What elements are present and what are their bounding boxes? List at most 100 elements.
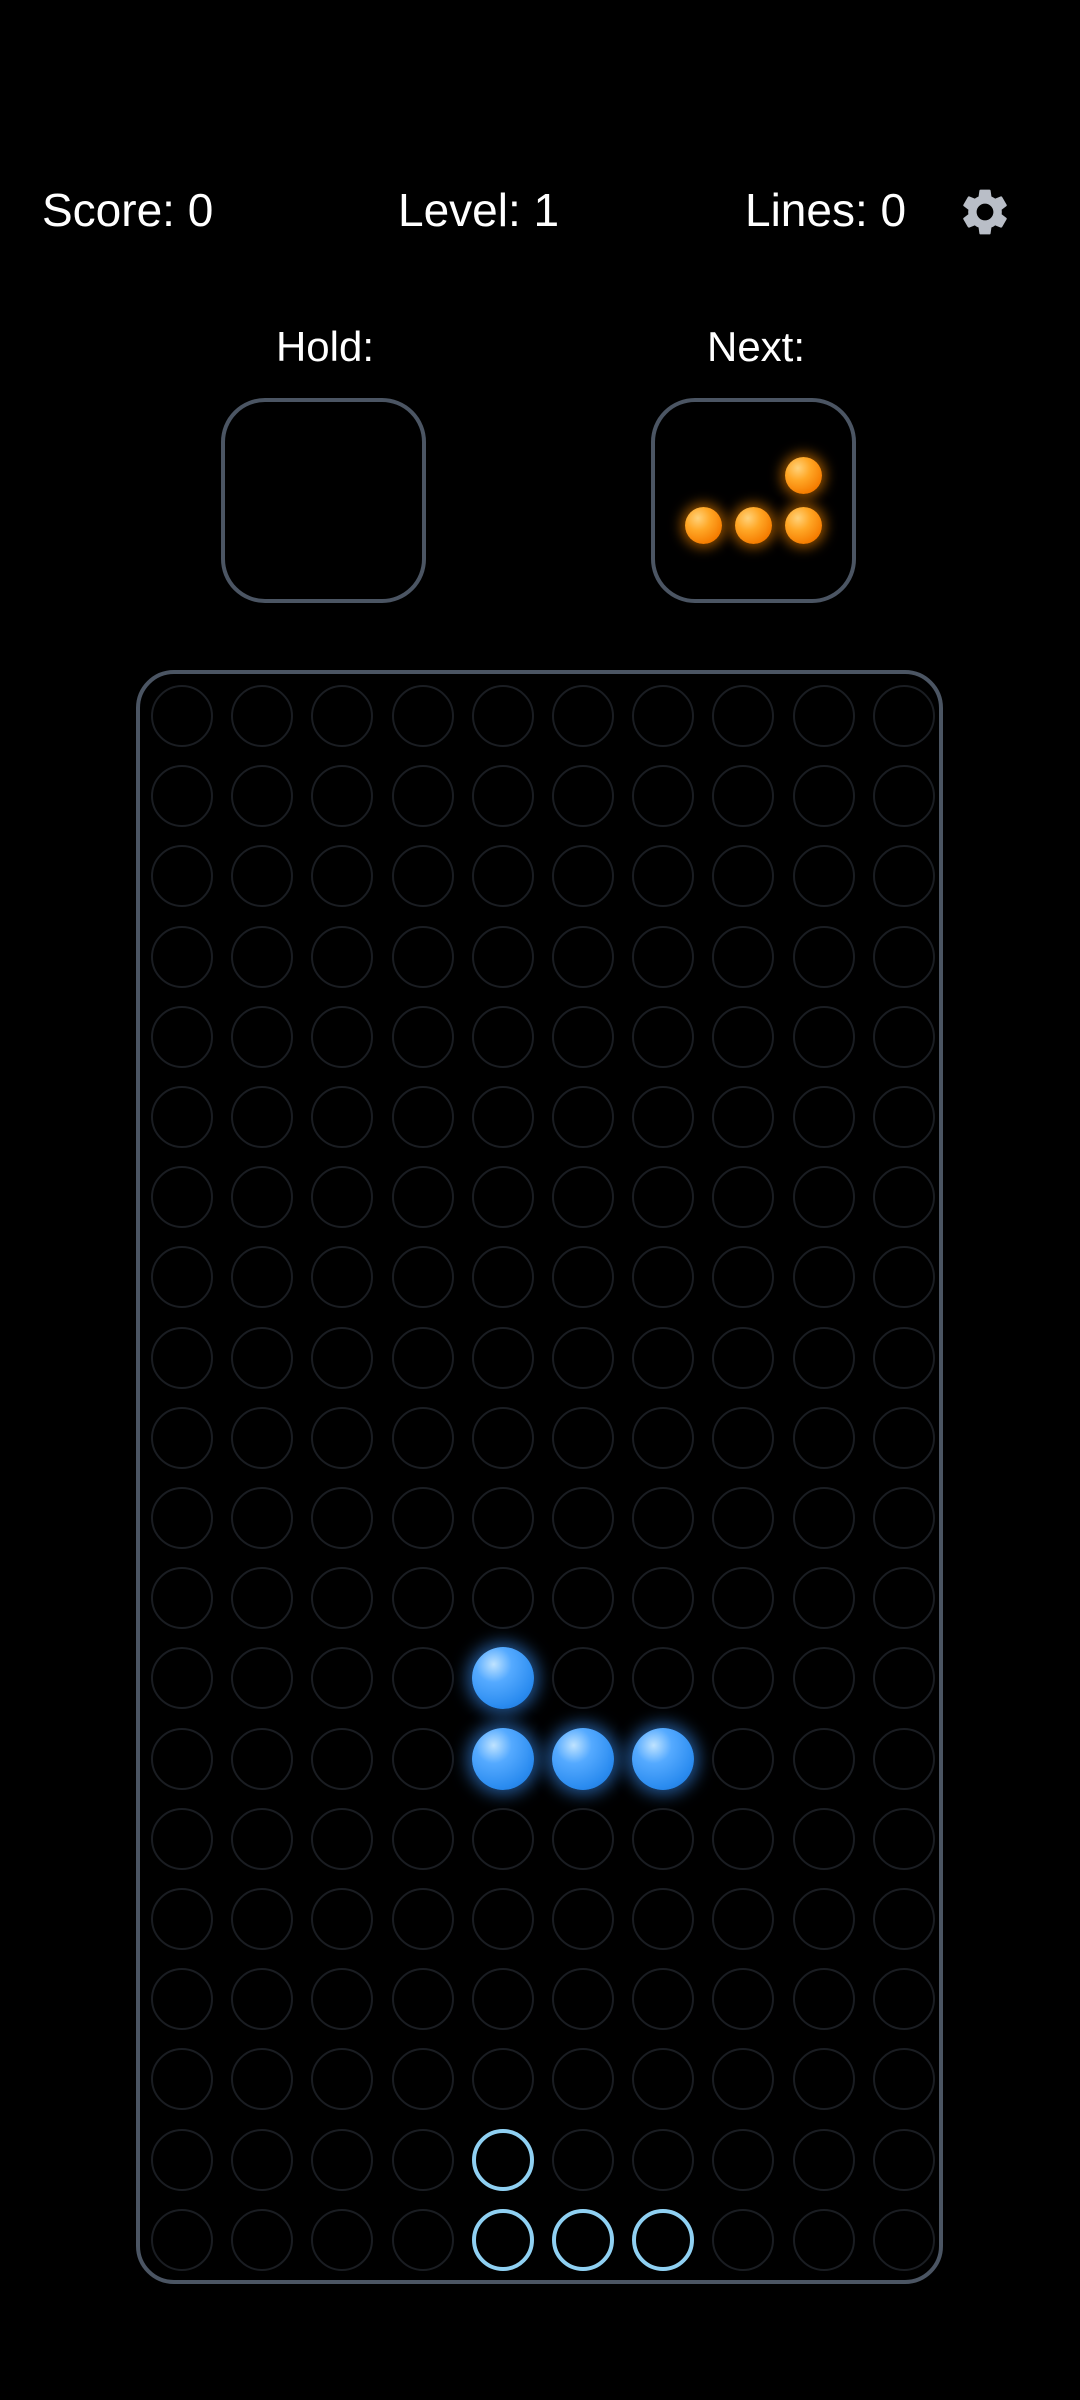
empty-cell (552, 765, 614, 828)
empty-cell (872, 1487, 935, 1549)
empty-cell (552, 1968, 614, 2031)
empty-cell (471, 1406, 534, 1469)
empty-cell (151, 765, 213, 828)
empty-cell (872, 1326, 935, 1389)
empty-cell (471, 1005, 534, 1068)
empty-cell (231, 2048, 294, 2111)
next-piece-cell (785, 507, 822, 544)
empty-cell (552, 685, 614, 747)
empty-cell (712, 1166, 775, 1229)
empty-cell (391, 1487, 454, 1549)
ghost-piece-cell (471, 2208, 534, 2271)
empty-cell (391, 1086, 454, 1148)
active-piece-cell (632, 1727, 695, 1790)
empty-cell (712, 1406, 775, 1469)
empty-cell (391, 685, 454, 747)
empty-cell (311, 2208, 374, 2271)
empty-cell (311, 765, 374, 828)
empty-cell (311, 1487, 374, 1549)
empty-cell (712, 765, 775, 828)
empty-cell (712, 1567, 775, 1630)
empty-cell (311, 1567, 374, 1630)
empty-cell (151, 1406, 213, 1469)
empty-cell (712, 1005, 775, 1068)
empty-cell (391, 2208, 454, 2271)
empty-cell (471, 1487, 534, 1549)
empty-cell (872, 1968, 935, 2031)
empty-cell (231, 1968, 294, 2031)
empty-cell (391, 845, 454, 908)
empty-cell (311, 2128, 374, 2191)
empty-cell (311, 1326, 374, 1389)
empty-cell (872, 2208, 935, 2271)
empty-cell (231, 1487, 294, 1549)
empty-cell (231, 1406, 294, 1469)
active-piece-cell (471, 1647, 534, 1710)
empty-cell (712, 1647, 775, 1710)
empty-cell (391, 1326, 454, 1389)
empty-cell (151, 1647, 213, 1710)
ghost-piece-cell (471, 2128, 534, 2191)
empty-cell (792, 845, 855, 908)
empty-cell (231, 1888, 294, 1950)
empty-cell (391, 2048, 454, 2111)
empty-cell (792, 1968, 855, 2031)
empty-cell (712, 1968, 775, 2031)
empty-cell (872, 685, 935, 747)
empty-cell (792, 1807, 855, 1870)
empty-cell (712, 2128, 775, 2191)
empty-cell (792, 1246, 855, 1309)
game-board[interactable] (136, 670, 943, 2284)
hold-label: Hold: (275, 323, 375, 370)
empty-cell (391, 1005, 454, 1068)
empty-cell (552, 1888, 614, 1950)
empty-cell (231, 925, 294, 988)
empty-cell (151, 1727, 213, 1790)
empty-cell (471, 765, 534, 828)
empty-cell (792, 2208, 855, 2271)
empty-cell (792, 765, 855, 828)
empty-cell (151, 2128, 213, 2191)
empty-cell (311, 1647, 374, 1710)
empty-cell (151, 925, 213, 988)
empty-cell (552, 1567, 614, 1630)
empty-cell (792, 925, 855, 988)
empty-cell (792, 2048, 855, 2111)
empty-cell (231, 2208, 294, 2271)
empty-cell (311, 1968, 374, 2031)
empty-cell (151, 1968, 213, 2031)
empty-cell (471, 1888, 534, 1950)
empty-cell (471, 1968, 534, 2031)
empty-cell (231, 765, 294, 828)
empty-cell (632, 1888, 695, 1950)
empty-cell (792, 685, 855, 747)
empty-cell (632, 2048, 695, 2111)
empty-cell (471, 1326, 534, 1389)
empty-cell (231, 685, 294, 747)
empty-cell (872, 845, 935, 908)
empty-cell (712, 1326, 775, 1389)
empty-cell (792, 1326, 855, 1389)
empty-cell (792, 1888, 855, 1950)
empty-cell (231, 1727, 294, 1790)
empty-cell (151, 1086, 213, 1148)
empty-cell (151, 1246, 213, 1309)
settings-button[interactable] (957, 184, 1013, 240)
empty-cell (311, 1005, 374, 1068)
empty-cell (712, 1086, 775, 1148)
empty-cell (391, 1406, 454, 1469)
empty-cell (231, 1567, 294, 1630)
empty-cell (632, 685, 695, 747)
empty-cell (231, 2128, 294, 2191)
next-piece-preview (651, 398, 856, 603)
next-piece-cell (785, 457, 822, 494)
empty-cell (552, 1005, 614, 1068)
empty-cell (231, 1005, 294, 1068)
hold-slot[interactable] (221, 398, 426, 603)
empty-cell (391, 1567, 454, 1630)
empty-cell (471, 1166, 534, 1229)
empty-cell (792, 1567, 855, 1630)
empty-cell (872, 925, 935, 988)
empty-cell (471, 2048, 534, 2111)
active-piece-cell (471, 1727, 534, 1790)
